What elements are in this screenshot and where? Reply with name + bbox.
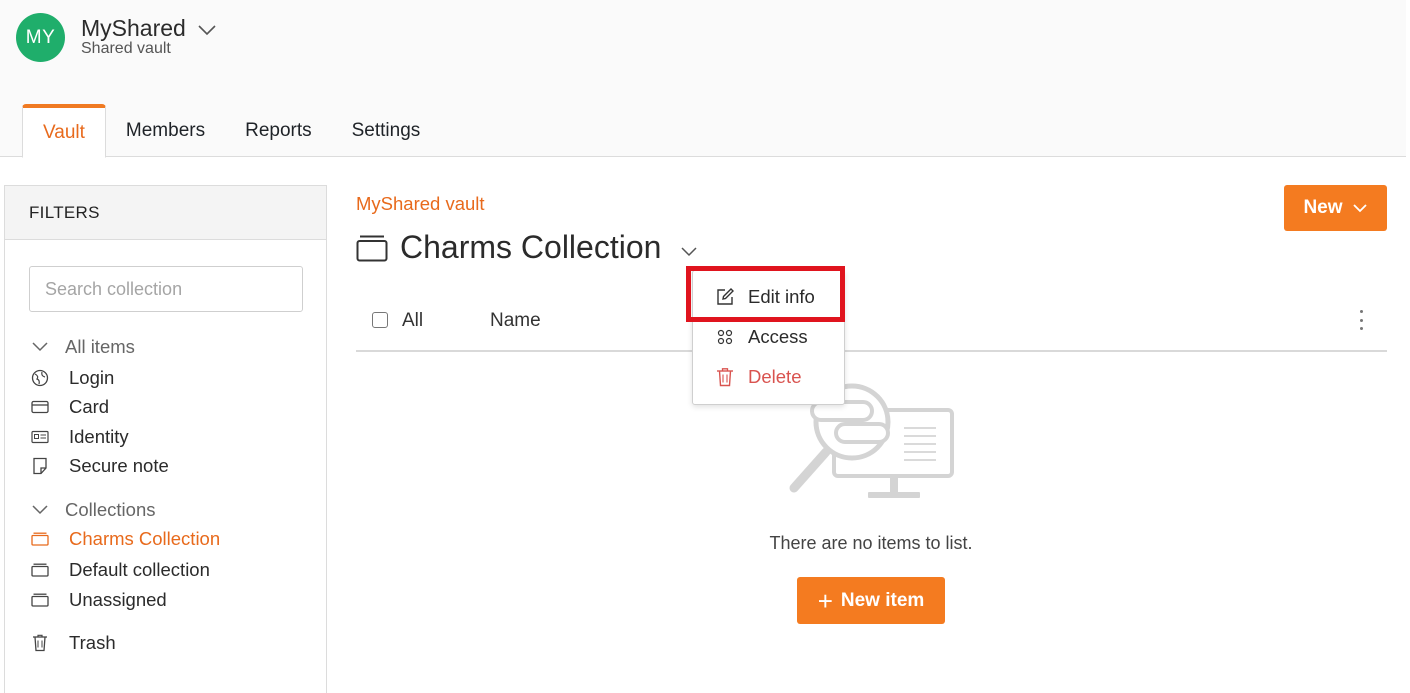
- filter-card[interactable]: Card: [31, 394, 109, 420]
- select-all-checkbox[interactable]: [372, 312, 388, 328]
- credit-card-icon: [31, 398, 49, 416]
- filter-identity-label: Identity: [69, 426, 129, 447]
- menu-access[interactable]: Access: [715, 324, 808, 350]
- note-icon: [31, 457, 49, 475]
- collection-title-bar[interactable]: Charms Collection: [356, 229, 699, 266]
- collection-default-label: Default collection: [69, 559, 210, 580]
- all-items-group[interactable]: All items: [31, 334, 135, 360]
- collection-unassigned-label: Unassigned: [69, 589, 167, 610]
- name-column-header[interactable]: Name: [490, 310, 541, 332]
- collection-default[interactable]: Default collection: [31, 557, 210, 583]
- filters-heading: FILTERS: [5, 186, 326, 240]
- filter-login[interactable]: Login: [31, 365, 114, 391]
- filter-card-label: Card: [69, 396, 110, 417]
- org-name[interactable]: MyShared: [81, 15, 186, 42]
- filters-sidebar: FILTERS All items Login Card Identity Se…: [4, 185, 327, 693]
- collection-icon: [356, 235, 388, 261]
- page-title: Charms Collection: [400, 229, 662, 265]
- tab-members[interactable]: Members: [106, 104, 225, 157]
- trash-icon: [715, 367, 735, 387]
- org-avatar[interactable]: MY: [16, 13, 65, 62]
- chevron-down-icon: [1352, 204, 1367, 213]
- filter-trash[interactable]: Trash: [31, 630, 116, 656]
- collection-unassigned[interactable]: Unassigned: [31, 587, 167, 613]
- collection-icon: [31, 561, 49, 579]
- filter-secure-note-label: Secure note: [69, 455, 169, 476]
- collection-icon: [31, 591, 49, 609]
- filter-identity[interactable]: Identity: [31, 424, 129, 450]
- select-all-label: All: [402, 310, 424, 331]
- id-card-icon: [31, 428, 49, 446]
- plus-icon: +: [817, 585, 833, 616]
- new-button-label: New: [1303, 197, 1343, 218]
- collection-icon: [31, 530, 49, 548]
- chevron-down-icon[interactable]: [196, 22, 218, 38]
- collection-charms[interactable]: Charms Collection: [31, 526, 220, 552]
- org-subtitle: Shared vault: [81, 40, 171, 57]
- empty-state-text: There are no items to list.: [769, 533, 973, 553]
- filter-trash-label: Trash: [69, 632, 116, 653]
- filter-login-label: Login: [69, 367, 115, 388]
- collection-charms-label: Charms Collection: [69, 528, 221, 549]
- edit-info-highlight-box: [686, 266, 845, 322]
- new-item-button[interactable]: + New item: [797, 577, 945, 624]
- all-items-label: All items: [65, 336, 135, 357]
- users-icon: [715, 327, 735, 347]
- filter-secure-note[interactable]: Secure note: [31, 453, 169, 479]
- app-header: MY MyShared Shared vault Vault Members R…: [0, 0, 1406, 158]
- collections-group[interactable]: Collections: [31, 497, 156, 523]
- new-item-label: New item: [840, 589, 925, 611]
- tab-reports[interactable]: Reports: [225, 104, 332, 157]
- chevron-down-icon: [31, 501, 49, 519]
- breadcrumb[interactable]: MyShared vault: [356, 193, 485, 215]
- main-tabs: Vault Members Reports Settings: [22, 104, 441, 158]
- search-collection-input[interactable]: [29, 266, 303, 312]
- globe-icon: [31, 369, 49, 387]
- menu-access-label: Access: [748, 326, 808, 347]
- list-header: All Name: [356, 300, 1387, 352]
- more-options-icon[interactable]: [1357, 308, 1365, 332]
- new-button[interactable]: New: [1284, 185, 1387, 231]
- chevron-down-icon: [31, 338, 49, 356]
- menu-delete[interactable]: Delete: [715, 364, 801, 390]
- tab-settings[interactable]: Settings: [332, 104, 441, 157]
- menu-delete-label: Delete: [748, 366, 802, 387]
- chevron-down-icon[interactable]: [679, 244, 699, 258]
- collections-label: Collections: [65, 499, 156, 520]
- tab-vault[interactable]: Vault: [22, 104, 106, 158]
- trash-icon: [31, 634, 49, 652]
